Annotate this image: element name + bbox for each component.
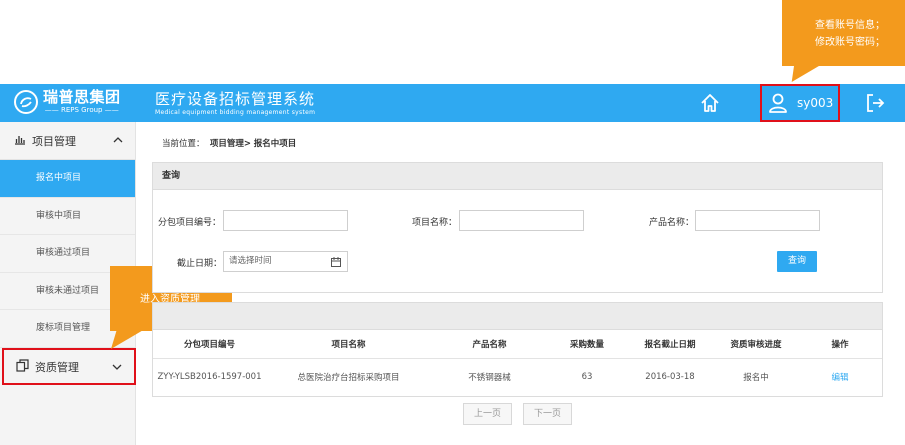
user-icon <box>768 92 788 114</box>
cell-package-no: ZYY-YLSB2016-1597-001 <box>157 372 262 383</box>
reps-logo-icon <box>14 90 38 114</box>
col-review-progress: 资质审核进度 <box>714 330 798 359</box>
system-title: 医疗设备招标管理系统 Medical equipment bidding man… <box>155 90 315 117</box>
col-actions: 操作 <box>798 330 882 359</box>
bar-chart-icon <box>14 134 26 148</box>
results-table: 分包项目编号 项目名称 产品名称 采购数量 报名截止日期 资质审核进度 操作 ZY… <box>153 330 882 396</box>
sidebar-section-project-label: 项目管理 <box>32 134 76 148</box>
col-deadline: 报名截止日期 <box>626 330 714 359</box>
username: sy003 <box>797 96 834 110</box>
chevron-down-icon <box>112 362 122 372</box>
sidebar-section-qualification-label: 资质管理 <box>35 360 79 374</box>
project-name-label: 项目名称： <box>412 218 458 228</box>
brand-logo: 瑞普思集团 —— REPS Group —— <box>14 89 121 115</box>
account-callout-pointer <box>781 64 823 82</box>
page: 查看账号信息； 修改账号密码； 瑞普思集团 —— REPS Group —— 医… <box>0 0 905 445</box>
cell-quantity: 63 <box>581 372 593 383</box>
product-name-label: 产品名称： <box>649 218 695 228</box>
sidebar-item-reviewing[interactable]: 审核中项目 <box>0 198 135 235</box>
deadline-label: 截止日期： <box>177 259 223 269</box>
query-panel-title: 查询 <box>153 163 882 190</box>
cell-review-progress: 报名中 <box>743 373 769 384</box>
col-quantity: 采购数量 <box>548 330 626 359</box>
next-page-button[interactable]: 下一页 <box>523 403 572 425</box>
account-callout-line-2: 修改账号密码； <box>815 37 885 48</box>
edit-link[interactable]: 编辑 <box>831 373 848 383</box>
table-header-row: 分包项目编号 项目名称 产品名称 采购数量 报名截止日期 资质审核进度 操作 <box>153 330 882 359</box>
breadcrumb-parent[interactable]: 项目管理> <box>210 139 251 149</box>
prev-page-button[interactable]: 上一页 <box>463 403 512 425</box>
system-title-cn: 医疗设备招标管理系统 <box>155 90 316 108</box>
logout-icon[interactable] <box>864 92 886 114</box>
project-name-input[interactable] <box>459 210 584 231</box>
deadline-date-input[interactable]: 请选择时间 <box>223 251 348 272</box>
user-account-button[interactable]: sy003 <box>760 84 840 122</box>
breadcrumb-prefix: 当前位置： <box>162 139 205 149</box>
sidebar-section-qualification[interactable]: 资质管理 <box>2 348 136 385</box>
sidebar-item-signup[interactable]: 报名中项目 <box>0 160 135 198</box>
col-project-name: 项目名称 <box>266 330 431 359</box>
table-row: ZYY-YLSB2016-1597-001 总医院治疗台招标采购项目 不锈钢器械… <box>153 358 882 396</box>
top-navigation-bar: 瑞普思集团 —— REPS Group —— 医疗设备招标管理系统 Medica… <box>0 84 905 122</box>
col-product-name: 产品名称 <box>431 330 548 359</box>
cell-deadline: 2016-03-18 <box>645 372 695 383</box>
calendar-icon[interactable] <box>331 256 341 275</box>
cell-project-name: 总医院治疗台招标采购项目 <box>297 373 400 384</box>
deadline-placeholder: 请选择时间 <box>229 256 272 266</box>
col-package-no: 分包项目编号 <box>153 330 266 359</box>
sidebar-section-project[interactable]: 项目管理 <box>0 122 135 160</box>
results-panel: 分包项目编号 项目名称 产品名称 采购数量 报名截止日期 资质审核进度 操作 ZY… <box>152 302 883 397</box>
chevron-up-icon <box>113 135 123 145</box>
documents-icon <box>16 358 29 375</box>
account-callout-line-1: 查看账号信息； <box>815 20 885 31</box>
cell-actions: 编辑 <box>798 358 882 396</box>
breadcrumb: 当前位置： 项目管理> 报名中项目 <box>162 137 296 149</box>
brand-name: 瑞普思集团 <box>43 88 121 106</box>
breadcrumb-current: 报名中项目 <box>253 139 297 149</box>
cell-product-name: 不锈钢器械 <box>468 373 511 384</box>
package-no-input[interactable] <box>223 210 348 231</box>
home-icon[interactable] <box>699 92 721 114</box>
package-no-label: 分包项目编号： <box>158 218 222 228</box>
query-panel: 查询 分包项目编号： 项目名称： 产品名称： 截止日期： 请选择时间 查询 <box>152 162 883 293</box>
brand-subtitle: —— REPS Group —— <box>44 106 119 114</box>
product-name-input[interactable] <box>695 210 820 231</box>
system-title-en: Medical equipment bidding management sys… <box>155 109 316 116</box>
account-callout: 查看账号信息； 修改账号密码； <box>782 0 905 66</box>
results-panel-header <box>153 303 882 330</box>
search-button[interactable]: 查询 <box>777 251 817 272</box>
